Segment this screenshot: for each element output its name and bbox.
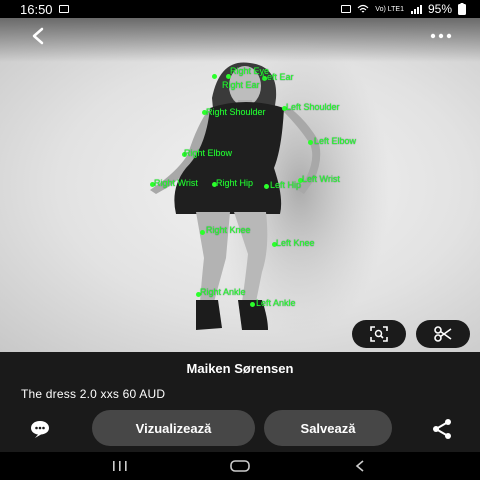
cut-out-button[interactable] xyxy=(416,320,470,348)
nav-back-button[interactable] xyxy=(340,456,380,476)
keypoint-dot-left-hip xyxy=(264,184,269,189)
share-icon xyxy=(433,419,451,439)
recents-button[interactable] xyxy=(100,456,140,476)
keypoint-label-right-ear: Right Ear xyxy=(222,80,260,90)
save-button[interactable]: Salvează xyxy=(264,410,392,446)
keypoint-label-right-wrist: Right Wrist xyxy=(154,178,198,188)
keypoint-label-left-wrist: Left Wrist xyxy=(302,174,340,184)
keypoint-dot-right-knee xyxy=(200,230,205,235)
keypoint-label-right-hip: Right Hip xyxy=(216,178,254,188)
keypoint-dot-right-ear xyxy=(212,74,217,79)
signal-icon xyxy=(410,5,422,14)
status-bar: 16:50 Vo) LTE1 95% xyxy=(0,0,480,18)
visualize-button[interactable]: Vizualizează xyxy=(92,410,255,446)
keypoint-label-left-knee: Left Knee xyxy=(276,238,315,248)
keypoint-label-left-ear: Left Ear xyxy=(262,72,294,82)
keypoint-label-right-knee: Right Knee xyxy=(206,225,251,235)
status-right: Vo) LTE1 95% xyxy=(341,2,466,16)
keypoint-dot-left-ankle xyxy=(250,302,255,307)
scissors-icon xyxy=(434,326,452,342)
keypoint-label-left-elbow: Left Elbow xyxy=(314,136,357,146)
keypoint-label-left-shoulder: Left Shoulder xyxy=(286,102,340,112)
pin-caption: The dress 2.0 xxs 60 AUD xyxy=(21,387,166,401)
comment-button[interactable] xyxy=(26,417,54,441)
visual-search-icon xyxy=(370,326,388,342)
person-name[interactable]: Maiken Sørensen xyxy=(0,361,480,376)
battery-percent: 95% xyxy=(427,2,452,16)
status-time: 16:50 xyxy=(20,1,53,17)
battery-icon xyxy=(458,3,466,15)
alarm-icon xyxy=(341,5,352,13)
gallery-notification-icon xyxy=(58,5,69,13)
chevron-left-icon xyxy=(32,27,44,45)
photo-view[interactable]: Right Eye Right Ear Left Ear Right Shoul… xyxy=(0,18,480,352)
visual-search-button[interactable] xyxy=(352,320,406,348)
keypoint-label-right-shoulder: Right Shoulder xyxy=(206,107,266,117)
keypoint-dot-left-elbow xyxy=(308,140,313,145)
wifi-icon xyxy=(357,4,369,13)
more-horizontal-icon xyxy=(430,33,452,39)
keypoint-label-left-hip: Left Hip xyxy=(270,180,302,190)
pin-info-panel: Maiken Sørensen The dress 2.0 xxs 60 AUD… xyxy=(0,352,480,452)
system-nav-bar xyxy=(0,452,480,480)
back-icon xyxy=(355,460,364,472)
keypoint-label-right-ankle: Right Ankle xyxy=(200,287,246,297)
status-left: 16:50 xyxy=(20,2,69,17)
back-button[interactable] xyxy=(24,22,52,50)
home-icon xyxy=(230,460,250,472)
recents-icon xyxy=(113,461,127,471)
network-type: Vo) LTE1 xyxy=(375,5,404,13)
keypoint-label-right-elbow: Right Elbow xyxy=(184,148,233,158)
share-button[interactable] xyxy=(428,416,456,442)
keypoint-label-left-ankle: Left Ankle xyxy=(256,298,296,308)
home-button[interactable] xyxy=(220,456,260,476)
more-options-button[interactable] xyxy=(426,24,456,48)
speech-bubble-icon xyxy=(31,421,49,438)
